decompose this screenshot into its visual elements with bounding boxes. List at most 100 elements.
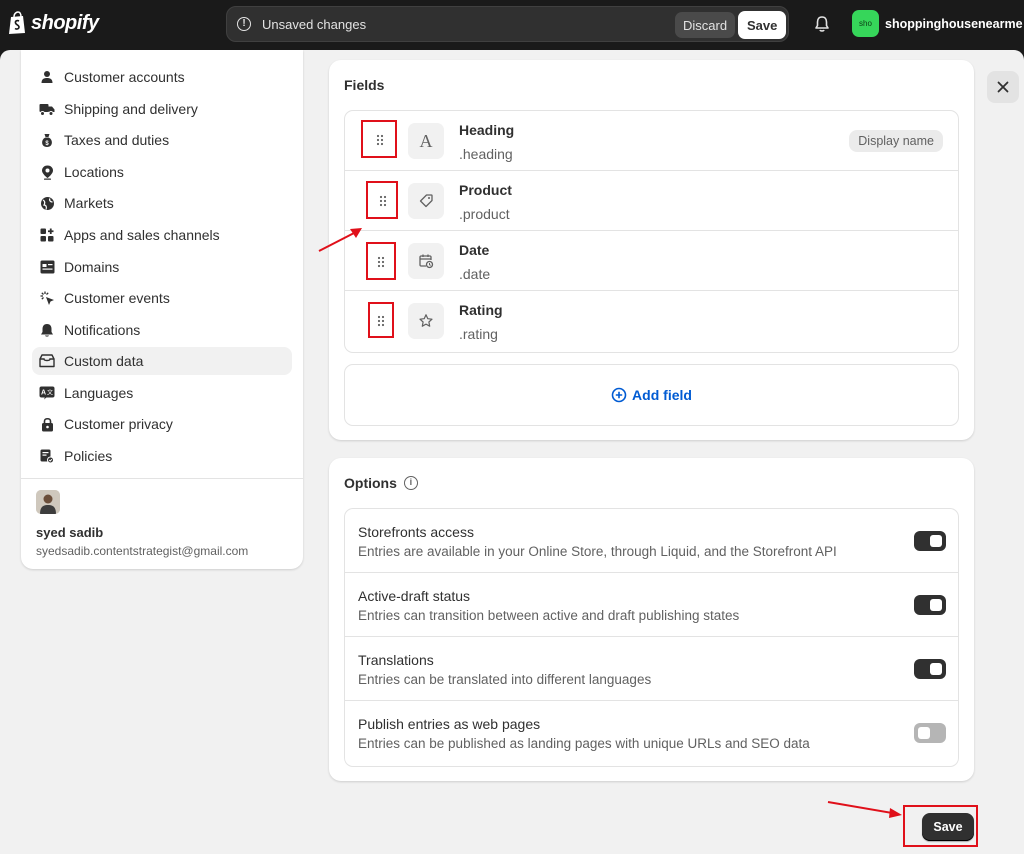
settings-sidebar: Customer accounts Shipping and delivery …: [21, 50, 303, 569]
plus-circle-icon: [611, 387, 627, 403]
field-row-product[interactable]: Product .product: [345, 171, 958, 231]
sidebar-item-policies[interactable]: Policies: [32, 442, 292, 470]
sidebar-item-customer-accounts[interactable]: Customer accounts: [32, 63, 292, 91]
options-list: Storefronts access Entries are available…: [344, 508, 959, 767]
notifications-bell-icon[interactable]: [812, 14, 832, 34]
active-draft-status-toggle[interactable]: [914, 595, 946, 615]
sidebar-item-locations[interactable]: Locations: [32, 158, 292, 186]
sidebar-item-markets[interactable]: Markets: [32, 189, 292, 217]
drag-handle-icon[interactable]: [377, 315, 385, 327]
drag-handle-highlight: [366, 181, 398, 219]
option-description: Entries can be translated into different…: [358, 672, 652, 687]
settings-content: Customer accounts Shipping and delivery …: [0, 50, 1024, 854]
field-key: .date: [459, 266, 491, 282]
calendar-clock-icon: [408, 243, 444, 279]
apps-icon: [38, 226, 56, 244]
option-description: Entries are available in your Online Sto…: [358, 544, 837, 559]
sidebar-item-notifications[interactable]: Notifications: [32, 316, 292, 344]
sidebar-item-custom-data[interactable]: Custom data: [32, 347, 292, 375]
location-pin-icon: [38, 163, 56, 181]
truck-icon: [38, 100, 56, 118]
globe-icon: [38, 194, 56, 212]
database-icon: [38, 352, 56, 370]
sidebar-item-label: Apps and sales channels: [64, 227, 220, 243]
product-tag-icon: [408, 183, 444, 219]
drag-handle-icon[interactable]: [376, 134, 384, 146]
field-row-date[interactable]: Date .date: [345, 231, 958, 291]
money-bag-icon: $: [38, 131, 56, 149]
field-key: .rating: [459, 326, 498, 342]
sidebar-item-label: Notifications: [64, 322, 141, 338]
user-avatar[interactable]: [36, 490, 60, 514]
top-save-button[interactable]: Save: [738, 11, 787, 39]
sidebar-item-apps-and-sales-channels[interactable]: Apps and sales channels: [32, 221, 292, 249]
info-icon[interactable]: i: [403, 476, 418, 490]
sidebar-item-label: Customer privacy: [64, 416, 173, 432]
sidebar-item-label: Customer events: [64, 290, 170, 306]
publish-entries-toggle[interactable]: [914, 723, 946, 743]
toggle-knob: [930, 535, 942, 547]
sidebar-item-domains[interactable]: Domains: [32, 253, 292, 281]
drag-handle-highlight: [366, 242, 396, 280]
annotation-arrow-drag: [318, 228, 362, 252]
add-field-label: Add field: [632, 387, 692, 403]
option-row-storefronts-access: Storefronts access Entries are available…: [345, 509, 958, 573]
option-description: Entries can transition between active an…: [358, 608, 740, 623]
field-row-rating[interactable]: Rating .rating: [345, 291, 958, 351]
shopify-logo[interactable]: shopify: [8, 11, 99, 35]
store-switcher[interactable]: sho shoppinghousenearme: [852, 10, 1023, 37]
option-title: Storefronts access: [358, 524, 474, 540]
sidebar-item-languages[interactable]: A文 Languages: [32, 379, 292, 407]
sidebar-item-customer-privacy[interactable]: Customer privacy: [32, 410, 292, 438]
star-icon: [408, 303, 444, 339]
drag-handle-highlight: [368, 302, 394, 338]
sidebar-item-label: Languages: [64, 385, 134, 401]
field-name: Heading: [459, 122, 515, 138]
user-name: syed sadib: [36, 525, 104, 540]
sidebar-item-shipping-and-delivery[interactable]: Shipping and delivery: [32, 95, 292, 123]
close-icon: [997, 81, 1009, 93]
field-row-heading[interactable]: A Heading .heading Display name: [345, 111, 958, 171]
drag-handle-icon[interactable]: [377, 256, 385, 268]
save-button[interactable]: Save: [922, 813, 974, 841]
domain-icon: [38, 258, 56, 276]
option-row-active-draft-status: Active-draft status Entries can transiti…: [345, 573, 958, 637]
sidebar-item-label: Custom data: [64, 353, 144, 369]
option-title: Active-draft status: [358, 588, 471, 604]
option-row-translations: Translations Entries can be translated i…: [345, 637, 958, 701]
top-bar: shopify ! Unsaved changes Discard Save s…: [0, 0, 1024, 50]
toggle-knob: [930, 599, 942, 611]
store-avatar: sho: [852, 10, 879, 37]
sidebar-item-label: Shipping and delivery: [64, 101, 198, 117]
svg-text:文: 文: [47, 389, 53, 397]
field-name: Product: [459, 182, 512, 198]
shopify-bag-icon: [9, 11, 25, 34]
add-field-button[interactable]: Add field: [344, 364, 959, 426]
store-name: shoppinghousenearme: [885, 16, 1023, 31]
svg-text:A: A: [41, 390, 46, 397]
drag-handle-highlight: [361, 120, 397, 158]
brand-name: shopify: [31, 11, 99, 34]
display-name-badge: Display name: [849, 130, 943, 152]
field-key: .product: [459, 206, 510, 222]
fields-title: Fields: [344, 77, 385, 93]
sidebar-item-customer-events[interactable]: Customer events: [32, 284, 292, 312]
person-icon: [38, 68, 56, 86]
sidebar-item-taxes-and-duties[interactable]: $ Taxes and duties: [32, 126, 292, 154]
field-name: Date: [459, 242, 490, 258]
translations-toggle[interactable]: [914, 659, 946, 679]
drag-handle-icon[interactable]: [379, 195, 387, 207]
sidebar-divider: [21, 478, 303, 479]
text-icon: A: [408, 123, 444, 159]
toggle-knob: [918, 727, 930, 739]
sidebar-item-label: Taxes and duties: [64, 132, 170, 148]
unsaved-changes-text: Unsaved changes: [262, 17, 367, 32]
sidebar-item-label: Markets: [64, 195, 114, 211]
storefronts-access-toggle[interactable]: [914, 531, 946, 551]
field-name: Rating: [459, 302, 503, 318]
sidebar-item-label: Customer accounts: [64, 69, 185, 85]
option-row-publish-entries: Publish entries as web pages Entries can…: [345, 701, 958, 765]
discard-button[interactable]: Discard: [675, 12, 736, 38]
close-button[interactable]: [987, 71, 1019, 103]
language-icon: A文: [38, 384, 56, 402]
